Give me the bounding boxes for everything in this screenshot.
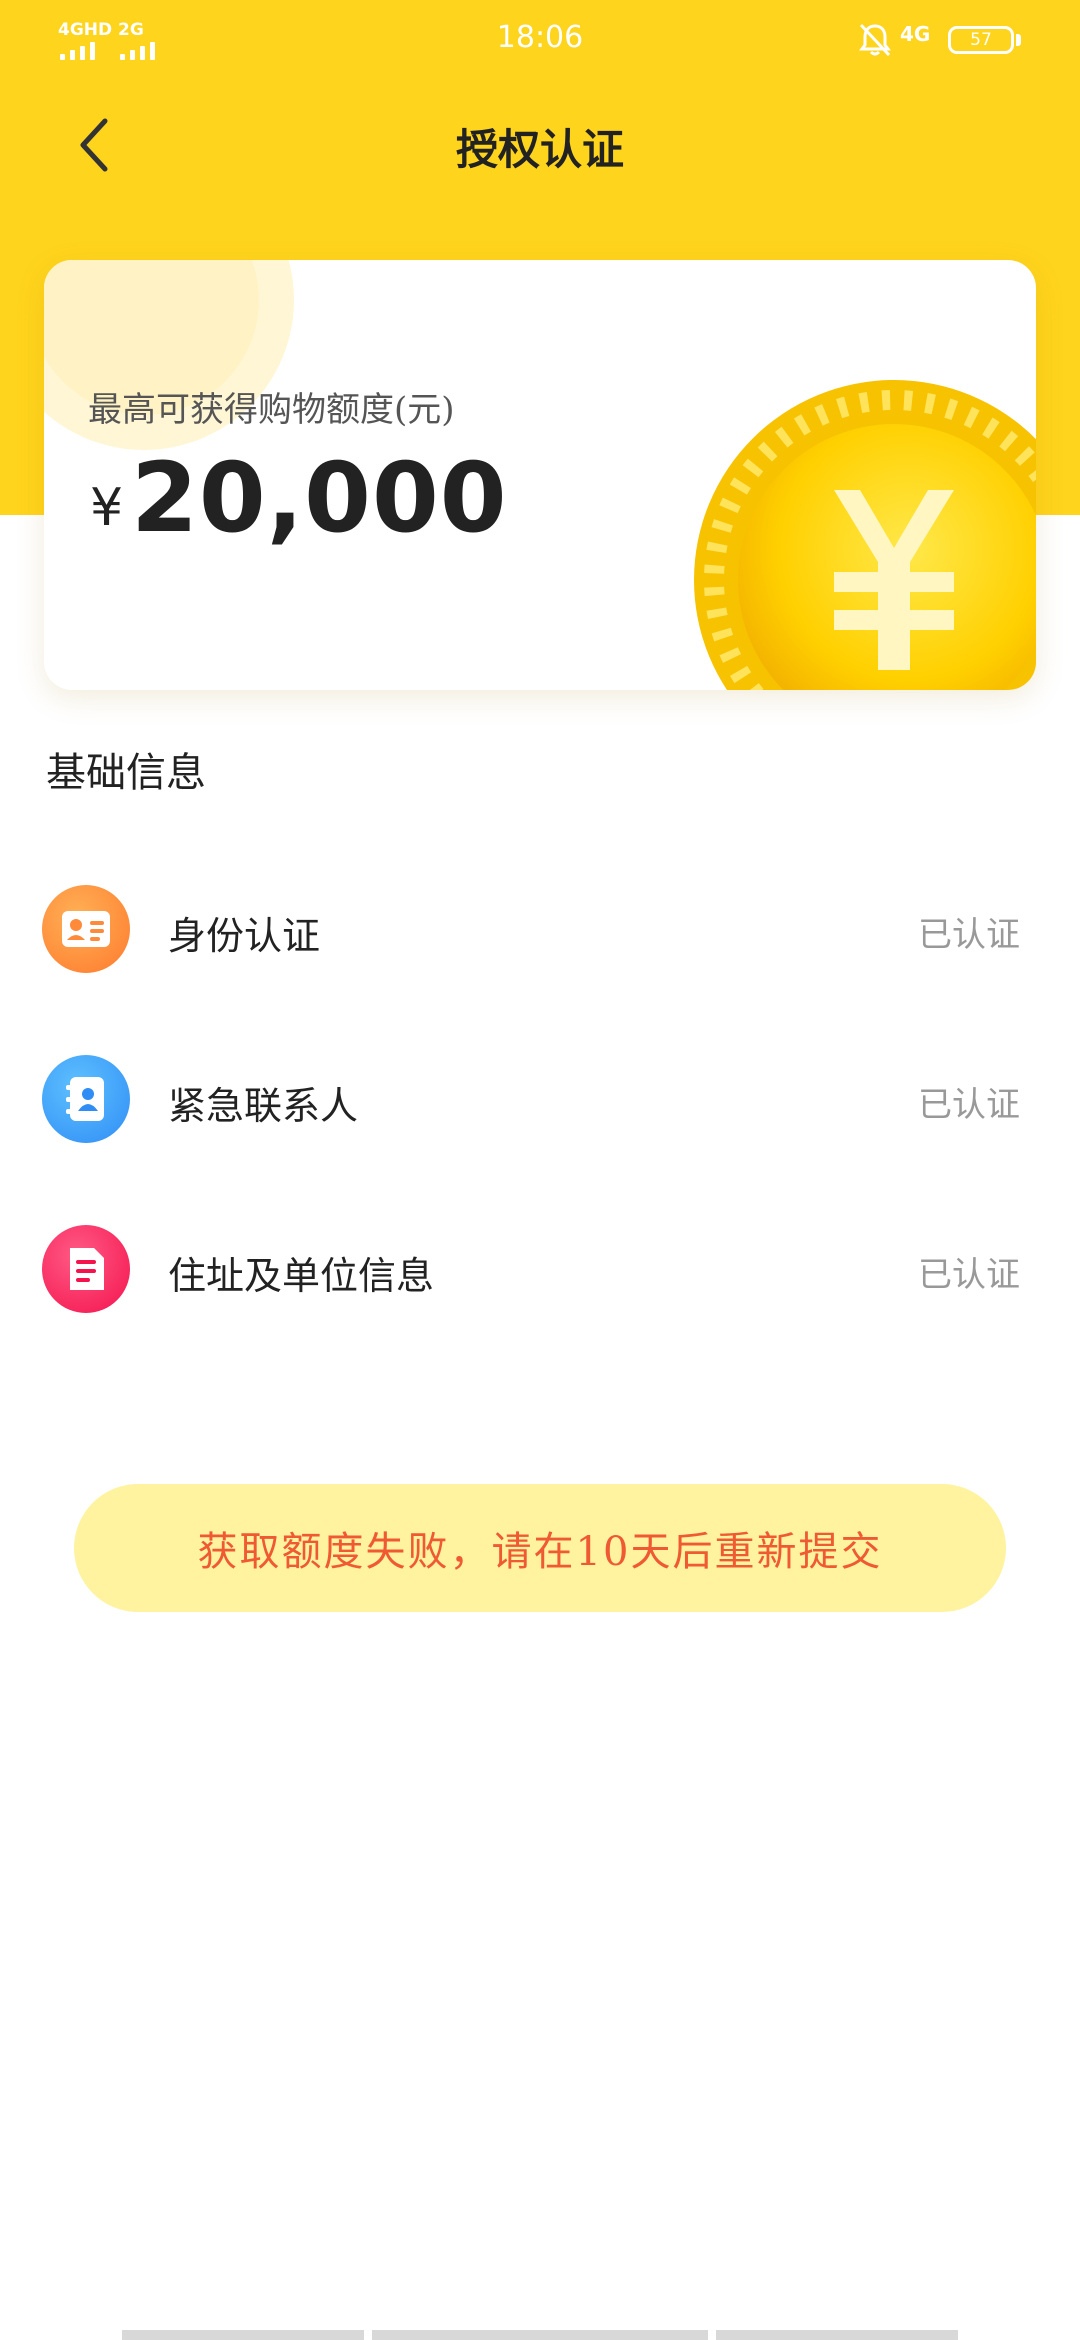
document-icon bbox=[70, 1248, 104, 1290]
battery-icon: 57 bbox=[948, 26, 1014, 54]
nav-indicator bbox=[372, 2330, 708, 2340]
item-icon-badge bbox=[42, 1055, 130, 1143]
nav-indicator bbox=[122, 2330, 364, 2340]
quota-value: 20,000 bbox=[131, 442, 508, 554]
yuan-coin-icon bbox=[694, 380, 1036, 690]
item-icon-badge bbox=[42, 1225, 130, 1313]
item-status: 已认证 bbox=[918, 915, 1020, 955]
item-label: 身份认证 bbox=[168, 914, 321, 958]
section-title: 基础信息 bbox=[46, 750, 206, 796]
id-card-icon bbox=[62, 911, 110, 947]
bell-muted-icon bbox=[859, 23, 891, 57]
item-status: 已认证 bbox=[918, 1255, 1020, 1295]
emergency-contact-item[interactable]: 紧急联系人 已认证 bbox=[0, 1025, 1080, 1175]
network-label: 4G bbox=[900, 22, 931, 46]
item-icon-badge bbox=[42, 885, 130, 973]
address-employer-item[interactable]: 住址及单位信息 已认证 bbox=[0, 1195, 1080, 1345]
status-bar: 4GHD 2G 18:06 4G 57 bbox=[0, 0, 1080, 80]
item-label: 住址及单位信息 bbox=[168, 1254, 435, 1298]
currency-symbol: ¥ bbox=[90, 478, 124, 538]
item-label: 紧急联系人 bbox=[168, 1084, 359, 1128]
notice-text: 获取额度失败，请在10天后重新提交 bbox=[197, 1529, 883, 1575]
identity-verification-item[interactable]: 身份认证 已认证 bbox=[0, 855, 1080, 1005]
battery-level: 57 bbox=[970, 30, 992, 50]
nav-indicator bbox=[716, 2330, 958, 2340]
page-title: 授权认证 bbox=[455, 125, 624, 174]
quota-card: 最高可获得购物额度(元) ¥ 20,000 bbox=[44, 260, 1036, 690]
contact-book-icon bbox=[66, 1077, 104, 1121]
notice-banner: 获取额度失败，请在10天后重新提交 bbox=[74, 1484, 1006, 1612]
battery-tip bbox=[1016, 34, 1021, 46]
quota-label: 最高可获得购物额度(元) bbox=[88, 390, 455, 430]
item-status: 已认证 bbox=[918, 1085, 1020, 1125]
quota-amount: ¥ 20,000 bbox=[90, 450, 508, 546]
